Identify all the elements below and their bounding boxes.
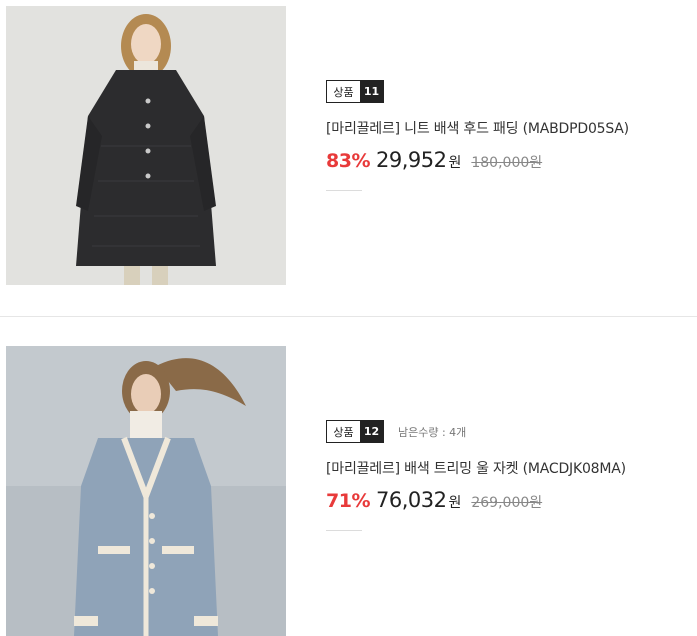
product-badge: 상품 11 <box>326 80 384 103</box>
product-title[interactable]: [마리끌레르] 니트 배색 후드 패딩 (MABDPD05SA) <box>326 118 686 138</box>
product-list: 상품 11 [마리끌레르] 니트 배색 후드 패딩 (MABDPD05SA) 8… <box>0 0 697 636</box>
badge-number: 12 <box>360 421 383 442</box>
product-badge: 상품 12 <box>326 420 384 443</box>
badge-label: 상품 <box>327 421 360 442</box>
discount-rate: 71% <box>326 490 370 512</box>
sale-price: 76,032 <box>375 488 447 512</box>
product-image[interactable] <box>6 6 286 285</box>
product-title[interactable]: [마리끌레르] 배색 트리밍 울 자켓 (MACDJK08MA) <box>326 458 686 478</box>
badge-row: 상품 11 <box>326 80 686 103</box>
remaining-stock: 남은수량 : 4개 <box>398 425 467 439</box>
discount-rate: 83% <box>326 150 370 172</box>
currency-unit: 원 <box>448 495 462 511</box>
price-row: 83% 29,952 원 180,000원 <box>326 148 686 172</box>
divider-short <box>326 530 362 531</box>
product-image[interactable] <box>6 346 286 636</box>
product-info: 상품 12 남은수량 : 4개 [마리끌레르] 배색 트리밍 울 자켓 (MAC… <box>326 420 686 531</box>
price-row: 71% 76,032 원 269,000원 <box>326 488 686 512</box>
original-price: 180,000원 <box>471 155 543 171</box>
product-card[interactable]: 상품 11 [마리끌레르] 니트 배색 후드 패딩 (MABDPD05SA) 8… <box>0 0 697 316</box>
divider-short <box>326 190 362 191</box>
badge-label: 상품 <box>327 81 360 102</box>
original-price: 269,000원 <box>471 495 543 511</box>
product-info: 상품 11 [마리끌레르] 니트 배색 후드 패딩 (MABDPD05SA) 8… <box>326 80 686 191</box>
sale-price: 29,952 <box>375 148 447 172</box>
product-card[interactable]: 상품 12 남은수량 : 4개 [마리끌레르] 배색 트리밍 울 자켓 (MAC… <box>0 317 697 636</box>
currency-unit: 원 <box>448 155 462 171</box>
badge-row: 상품 12 남은수량 : 4개 <box>326 420 686 443</box>
badge-number: 11 <box>360 81 383 102</box>
